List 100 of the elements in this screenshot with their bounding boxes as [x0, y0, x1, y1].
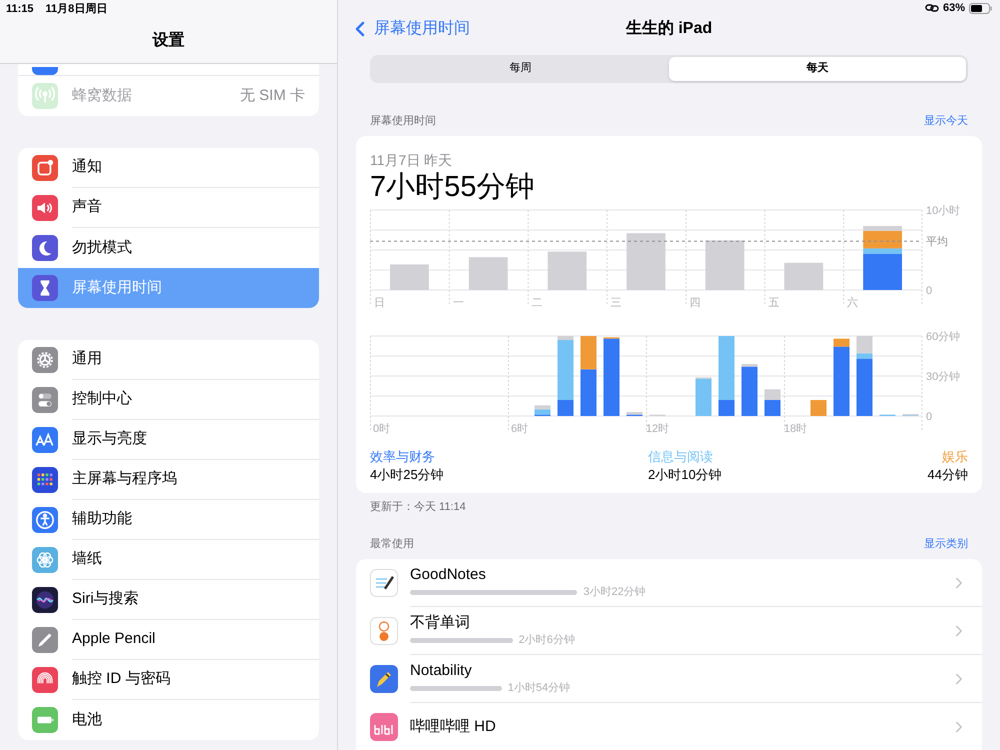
settings-row[interactable]: 勿扰模式	[18, 228, 319, 268]
app-row[interactable]: 不背单词 2小时6分钟	[356, 607, 982, 655]
app-row[interactable]: Notability 1小时54分钟	[356, 655, 982, 703]
hour-label: 0时	[372, 423, 390, 435]
segment-tab[interactable]: 每周	[372, 56, 669, 80]
hour-label: 18时	[784, 423, 808, 435]
day-label: 二	[532, 297, 543, 309]
pencil-icon	[370, 665, 398, 693]
status-time: 11:15	[6, 2, 34, 17]
hour-label: 12时	[646, 423, 670, 435]
total-time: 7小时55分钟	[370, 170, 536, 204]
average-label: 平均	[926, 236, 948, 248]
settings-label: 触控 ID 与密码	[72, 669, 172, 690]
settings-label: 控制中心	[72, 389, 133, 410]
app-name: 哔哩哔哩 HD	[410, 717, 497, 737]
settings-row[interactable]: 通知	[18, 148, 319, 188]
category-label: 娱乐	[942, 448, 968, 466]
link-icon	[924, 3, 939, 14]
axis-label: 10小时	[926, 205, 960, 217]
bar	[810, 400, 826, 416]
settings-label: 声音	[72, 197, 103, 218]
app-time: 1小时54分钟	[508, 681, 570, 696]
settings-label: Apple Pencil	[72, 629, 156, 650]
app-name: GoodNotes	[410, 564, 487, 584]
flower-icon	[32, 547, 58, 573]
category-label: 信息与阅读	[648, 448, 714, 466]
settings-label: 屏幕使用时间	[72, 278, 163, 298]
axis-label: 30分钟	[926, 371, 960, 383]
day-label: 三	[610, 297, 622, 309]
show-categories-link[interactable]: 显示类别	[924, 536, 968, 552]
status-date: 11月8日周日	[46, 2, 108, 17]
bar	[580, 369, 596, 416]
settings-label: 墙纸	[72, 549, 103, 570]
two-circles-icon	[370, 617, 398, 645]
section-header: 最常使用	[370, 536, 414, 552]
settings-row[interactable]: 触控 ID 与密码	[18, 660, 319, 700]
text-size-icon	[32, 427, 58, 453]
bar	[580, 336, 596, 370]
segment-tab[interactable]: 每天	[669, 56, 966, 80]
settings-label: 通知	[72, 157, 103, 178]
settings-row[interactable]: Apple Pencil	[18, 620, 319, 660]
settings-label: 蜂窝数据	[72, 86, 133, 106]
category-time: 4小时25分钟	[370, 466, 445, 484]
app-row[interactable]: GoodNotes 3小时22分钟	[356, 559, 982, 607]
toggles-icon	[32, 387, 58, 413]
notepad-icon	[370, 569, 398, 597]
fingerprint-icon	[32, 667, 58, 693]
settings-value: 无 SIM 卡	[240, 86, 305, 106]
settings-label: 显示与亮度	[72, 429, 148, 450]
bar	[468, 257, 508, 290]
accessibility-icon	[32, 507, 58, 533]
day-label: 五	[768, 297, 780, 309]
bar	[548, 252, 587, 290]
date-label: 11月7日 昨天	[370, 151, 454, 170]
axis-label: 0	[926, 285, 932, 297]
category-time: 44分钟	[928, 466, 968, 484]
show-today-link[interactable]: 显示今天	[924, 112, 968, 129]
gear-icon	[32, 347, 58, 373]
bar	[390, 264, 429, 290]
settings-label: 通用	[72, 349, 103, 370]
settings-label: 主屏幕与程序坞	[72, 469, 178, 490]
bar	[784, 262, 824, 290]
settings-row[interactable]: Siri与搜索	[18, 580, 319, 620]
hourglass-icon	[32, 275, 58, 301]
settings-label: 电池	[72, 710, 103, 730]
settings-row[interactable]: 控制中心	[18, 380, 319, 420]
grid-icon	[32, 467, 58, 493]
sidebar-title: 设置	[152, 30, 184, 50]
back-button[interactable]: 屏幕使用时间	[348, 16, 470, 40]
settings-row[interactable]: 声音	[18, 188, 319, 228]
settings-row[interactable]: 主屏幕与程序坞	[18, 460, 319, 500]
settings-row[interactable]: 显示与亮度	[18, 420, 319, 460]
axis-label: 0	[926, 411, 932, 423]
settings-row[interactable]: 墙纸	[18, 540, 319, 580]
category-label: 效率与财务	[370, 448, 436, 466]
page-title: 生生的 iPad	[626, 18, 712, 38]
app-row[interactable]: 哔哩哔哩 HD	[356, 703, 982, 750]
bar	[626, 233, 666, 290]
section-header: 屏幕使用时间	[370, 114, 436, 128]
settings-label: 辅助功能	[72, 509, 133, 530]
day-label: 四	[689, 297, 700, 309]
bar	[705, 240, 744, 290]
speaker-icon	[32, 195, 58, 221]
settings-row[interactable]: 辅助功能	[18, 500, 319, 540]
day-label: 一	[452, 297, 464, 309]
pencil-icon	[32, 627, 58, 653]
antenna-icon	[32, 83, 58, 109]
settings-row[interactable]: 通用	[18, 340, 319, 380]
axis-label: 60分钟	[926, 331, 960, 343]
app-name: 不背单词	[410, 612, 471, 632]
battery-percent: 63%	[942, 1, 965, 16]
settings-icon	[32, 67, 58, 75]
settings-label: Siri与搜索	[72, 589, 140, 610]
settings-row[interactable]: 电池	[18, 700, 319, 740]
hour-label: 6时	[510, 423, 528, 435]
tv-icon	[370, 713, 398, 741]
app-name: Notability	[410, 660, 473, 680]
moon-icon	[32, 235, 58, 261]
battery-icon	[32, 707, 58, 733]
category-time: 2小时10分钟	[648, 466, 723, 484]
